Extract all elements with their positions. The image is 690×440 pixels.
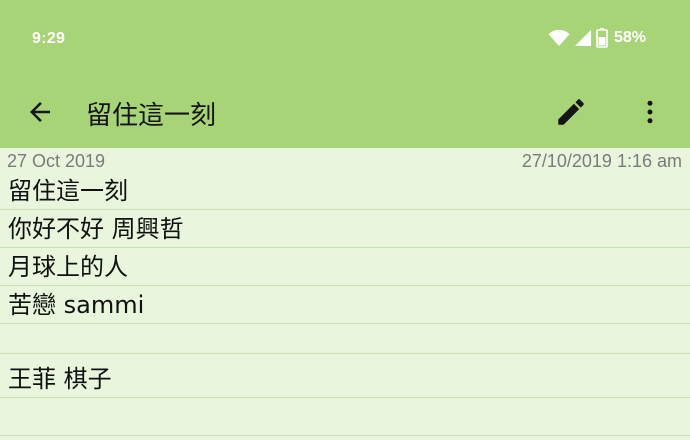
- status-icons: 58%: [548, 28, 646, 48]
- note-meta: 27 Oct 2019 27/10/2019 1:16 am: [0, 150, 690, 174]
- status-bar: 9:29 58%: [0, 0, 690, 80]
- note-date: 27 Oct 2019: [7, 151, 106, 171]
- status-time: 9:29: [32, 30, 66, 47]
- note-timestamp: 27/10/2019 1:16 am: [521, 151, 682, 171]
- back-button[interactable]: [18, 92, 62, 136]
- note-line[interactable]: 苦戀 sammi: [0, 286, 690, 324]
- pencil-icon: [554, 95, 588, 133]
- note-body[interactable]: 留住這一刻 你好不好 周興哲 月球上的人 苦戀 sammi 王菲 棋子: [0, 172, 690, 440]
- app-bar: 留住這一刻: [0, 80, 690, 148]
- battery-icon: [596, 28, 608, 48]
- note-line[interactable]: 留住這一刻: [0, 172, 690, 210]
- note-line[interactable]: 王菲 棋子: [0, 360, 690, 398]
- note-line[interactable]: 你好不好 周興哲: [0, 210, 690, 248]
- edit-button[interactable]: [549, 92, 593, 136]
- more-options-button[interactable]: [628, 92, 672, 136]
- cell-signal-icon: [574, 29, 592, 47]
- page-title: 留住這一刻: [86, 101, 217, 131]
- wifi-icon: [548, 29, 570, 47]
- note-line[interactable]: 月球上的人: [0, 248, 690, 286]
- more-vert-icon: [635, 97, 665, 131]
- note-line[interactable]: [0, 398, 690, 436]
- battery-percent: 58%: [613, 29, 646, 46]
- back-arrow-icon: [25, 97, 55, 131]
- note-line[interactable]: [0, 320, 690, 354]
